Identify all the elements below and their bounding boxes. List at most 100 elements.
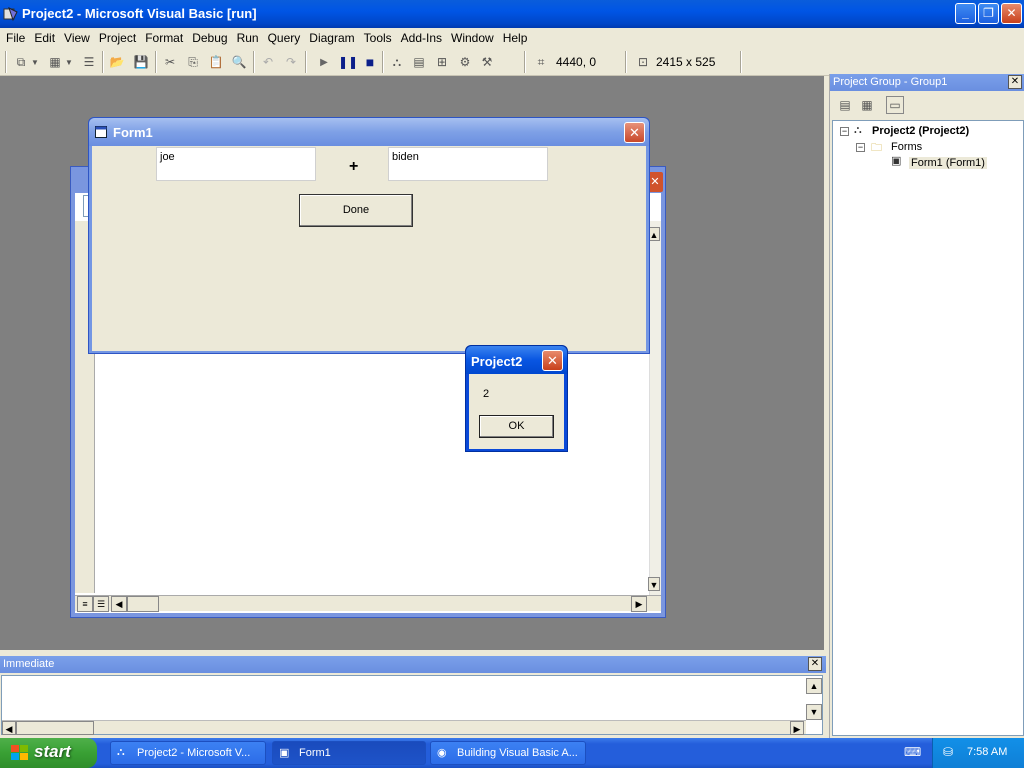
cut-icon[interactable]: ✂: [161, 53, 179, 71]
menu-window[interactable]: Window: [445, 28, 497, 45]
scroll-left-icon[interactable]: ◀: [111, 596, 127, 612]
main-title-bar: Project2 - Microsoft Visual Basic [run] …: [0, 0, 1024, 28]
form1-close-button[interactable]: ✕: [624, 122, 645, 143]
project-tree[interactable]: − ⛬ Project2 (Project2) − 🗀 Forms ▣ Form…: [832, 120, 1024, 736]
form1-window[interactable]: Form1 ✕ joe + biden Done: [88, 117, 650, 354]
immediate-header: Immediate ✕: [0, 656, 826, 673]
project-explorer-icon[interactable]: ⛬: [388, 53, 406, 71]
view-code-icon[interactable]: ▤: [836, 96, 854, 114]
restore-button[interactable]: ❐: [978, 3, 999, 24]
immediate-window: Immediate ✕ ▲ ▼ ◀ ▶: [0, 656, 826, 738]
taskbar-item-label: Project2 - Microsoft V...: [137, 747, 251, 759]
form-icon: ▣: [891, 155, 902, 167]
scroll-right-icon[interactable]: ▶: [631, 596, 647, 612]
message-text: 2: [483, 388, 490, 400]
plus-label: +: [349, 158, 359, 175]
last-name-textbox[interactable]: biden: [388, 147, 548, 181]
open-folder-icon[interactable]: 📂: [108, 53, 126, 71]
scroll-thumb[interactable]: [16, 721, 94, 735]
menu-query[interactable]: Query: [262, 28, 304, 45]
menu-help[interactable]: Help: [497, 28, 531, 45]
form-layout-icon[interactable]: ⊞: [433, 53, 451, 71]
toolbar-separator: [305, 51, 307, 73]
message-box-title-bar[interactable]: Project2 ✕: [466, 346, 567, 374]
paste-icon[interactable]: 📋: [207, 53, 225, 71]
chevron-down-icon[interactable]: ▼: [64, 53, 74, 71]
menu-view[interactable]: View: [58, 28, 93, 45]
scroll-down-icon[interactable]: ▼: [648, 577, 660, 591]
folder-icon: 🗀: [871, 142, 882, 154]
taskbar-item-browser[interactable]: ◉ Building Visual Basic A...: [430, 741, 586, 765]
close-button[interactable]: ✕: [1001, 3, 1022, 24]
toolbar-separator: [625, 51, 627, 73]
horizontal-scrollbar[interactable]: ◀ ▶: [2, 720, 806, 735]
properties-window-icon[interactable]: ▤: [410, 53, 428, 71]
copy-icon[interactable]: ⎘: [184, 53, 202, 71]
network-icon[interactable]: ⛁: [943, 745, 953, 759]
collapse-icon[interactable]: −: [856, 143, 865, 152]
menu-tools[interactable]: Tools: [358, 28, 395, 45]
keyboard-icon[interactable]: ⌨: [904, 745, 921, 761]
menu-file[interactable]: File: [0, 28, 28, 45]
scroll-down-icon[interactable]: ▼: [806, 704, 822, 720]
scroll-right-icon[interactable]: ▶: [790, 721, 804, 735]
immediate-close-button[interactable]: ✕: [808, 657, 822, 671]
toolbar-separator: [524, 51, 526, 73]
tree-item-forms-folder[interactable]: Forms: [891, 141, 922, 153]
toolbar-separator: [382, 51, 384, 73]
view-object-icon[interactable]: ▦: [858, 96, 876, 114]
form1-title-bar[interactable]: Form1 ✕: [89, 118, 649, 146]
tree-item-project[interactable]: Project2 (Project2): [872, 125, 969, 137]
find-icon[interactable]: 🔍: [230, 53, 248, 71]
menu-format[interactable]: Format: [139, 28, 186, 45]
break-icon[interactable]: ❚❚: [338, 53, 358, 71]
form-icon: [95, 126, 107, 138]
message-box-client: 2 OK: [469, 374, 564, 449]
redo-icon[interactable]: ↷: [282, 53, 300, 71]
taskbar-item-vb[interactable]: ⛬ Project2 - Microsoft V...: [110, 741, 266, 765]
vertical-scrollbar[interactable]: ▲ ▼: [648, 221, 661, 595]
menu-run[interactable]: Run: [231, 28, 262, 45]
form1-client: joe + biden Done: [92, 146, 646, 351]
minimize-button[interactable]: _: [955, 3, 976, 24]
system-tray: ⛁ 7:58 AM: [932, 738, 1024, 768]
immediate-title: Immediate: [3, 658, 55, 670]
toolbox-icon[interactable]: ⚒: [478, 53, 496, 71]
horizontal-scrollbar[interactable]: ≡ ☰ ◀ ▶: [75, 595, 661, 612]
collapse-icon[interactable]: −: [840, 127, 849, 136]
chevron-down-icon[interactable]: ▼: [30, 53, 40, 71]
taskbar-item-form1[interactable]: ▣ Form1: [272, 741, 426, 765]
scroll-up-icon[interactable]: ▲: [806, 678, 822, 694]
scroll-thumb[interactable]: [127, 596, 159, 612]
toolbar-separator: [155, 51, 157, 73]
done-button[interactable]: Done: [299, 194, 413, 227]
tree-item-form1[interactable]: Form1 (Form1): [909, 157, 987, 169]
save-icon[interactable]: 💾: [132, 53, 150, 71]
position-readout: 4440, 0: [556, 55, 597, 69]
scroll-left-icon[interactable]: ◀: [2, 721, 16, 735]
ok-button[interactable]: OK: [479, 415, 554, 438]
message-box-close-button[interactable]: ✕: [542, 350, 563, 371]
menu-add-ins[interactable]: Add-Ins: [395, 28, 445, 45]
start-button[interactable]: start: [0, 738, 97, 768]
object-browser-icon[interactable]: ⚙: [456, 53, 474, 71]
add-form-icon[interactable]: ▦: [46, 53, 64, 71]
message-box[interactable]: Project2 ✕ 2 OK: [465, 345, 568, 452]
full-module-view-icon[interactable]: ☰: [93, 596, 109, 612]
start-icon[interactable]: ▶: [315, 53, 333, 71]
menu-project[interactable]: Project: [93, 28, 139, 45]
add-project-icon[interactable]: ⧉: [12, 53, 30, 71]
menu-debug[interactable]: Debug: [186, 28, 230, 45]
toggle-folders-icon[interactable]: ▭: [886, 96, 904, 114]
menu-diagram[interactable]: Diagram: [303, 28, 357, 45]
toolbar-separator: [740, 51, 742, 73]
first-name-textbox[interactable]: joe: [156, 147, 316, 181]
menu-editor-icon[interactable]: ☰: [80, 53, 98, 71]
undo-icon[interactable]: ↶: [259, 53, 277, 71]
project-explorer-close-button[interactable]: ✕: [1008, 75, 1022, 89]
procedure-view-icon[interactable]: ≡: [77, 596, 93, 612]
immediate-input[interactable]: ▲ ▼ ◀ ▶: [1, 675, 823, 735]
menu-edit[interactable]: Edit: [28, 28, 58, 45]
stop-icon[interactable]: ■: [361, 53, 379, 71]
clock[interactable]: 7:58 AM: [967, 746, 1007, 758]
